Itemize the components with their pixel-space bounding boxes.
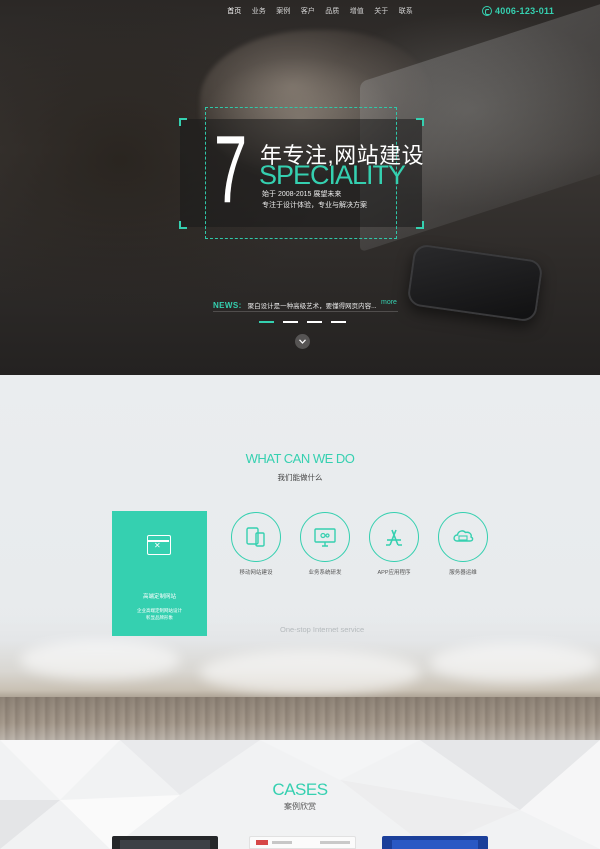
- nav-item-contact[interactable]: 联系: [394, 6, 419, 16]
- service-icon-circle: [231, 512, 281, 562]
- nav-item-value-added[interactable]: 增值: [345, 6, 370, 16]
- service-label: APP应用程序: [377, 570, 411, 576]
- service-label: 业务系统研发: [308, 570, 342, 576]
- hotline: 4006-123-011: [482, 6, 554, 16]
- browser-tools-icon: [147, 535, 171, 555]
- service-item-systems[interactable]: 业务系统研发: [295, 512, 355, 576]
- slide-dot-2[interactable]: [283, 321, 298, 323]
- service-label: 服务器运维: [449, 570, 477, 576]
- scroll-down-button[interactable]: [295, 334, 310, 349]
- featured-desc-line-1: 企业高端定制网站设计: [137, 608, 182, 613]
- case-thumbnail-3[interactable]: [382, 836, 488, 849]
- services-section: WHAT CAN WE DO 我们能做什么 高端定制网站 企业高端定制网站设计 …: [0, 375, 600, 740]
- case-thumbnail-2[interactable]: [249, 836, 356, 849]
- hero-background-phone: [406, 243, 544, 323]
- mobile-devices-icon: [246, 527, 265, 547]
- slide-dot-3[interactable]: [307, 321, 322, 323]
- top-navigation: 首页 业务 案例 客户 品质 增值 关于 联系 4006-123-011: [0, 0, 600, 22]
- wooden-deck-background: [0, 697, 600, 740]
- featured-service-desc: 企业高端定制网站设计 彰显品牌形象: [112, 607, 207, 621]
- hero-focus-text: 专注于设计体验，专业与解决方案: [262, 202, 367, 209]
- service-icon-circle: [438, 512, 488, 562]
- featured-service-title: 高端定制网站: [142, 594, 176, 600]
- hero-since-text: 始于 2008-2015 展望未来: [262, 191, 342, 198]
- service-item-mobile[interactable]: 移动网站建设: [226, 512, 286, 576]
- service-icon-circle: [369, 512, 419, 562]
- slider-pagination: [259, 321, 346, 323]
- chevron-down-icon: [299, 339, 306, 344]
- nav-item-about[interactable]: 关于: [369, 6, 394, 16]
- news-headline[interactable]: 聚白设计是一种高级艺术，要懂得网页内容...: [248, 300, 377, 310]
- news-more-link[interactable]: more: [381, 299, 397, 306]
- app-store-icon: [386, 529, 402, 546]
- frame-corner-top-left: [179, 118, 187, 126]
- case-thumbnail-1[interactable]: [112, 836, 218, 849]
- nav-item-clients[interactable]: 客户: [296, 6, 321, 16]
- featured-service-card[interactable]: 高端定制网站 企业高端定制网站设计 彰显品牌形象: [112, 511, 207, 636]
- slide-dot-1[interactable]: [259, 321, 274, 323]
- cases-title: CASES: [272, 780, 328, 799]
- nav-item-quality[interactable]: 品质: [320, 6, 345, 16]
- cases-subtitle: 案例欣赏: [284, 802, 316, 811]
- service-icon-circle: [300, 512, 350, 562]
- featured-desc-line-2: 彰显品牌形象: [146, 615, 173, 620]
- nav-item-cases[interactable]: 案例: [271, 6, 296, 16]
- service-item-app[interactable]: APP应用程序: [364, 512, 424, 576]
- hero-speciality: SPECIALITY: [259, 160, 406, 190]
- hero-big-number: 7: [214, 116, 247, 223]
- cloud-server-icon: [453, 530, 474, 542]
- news-ticker: NEWS: 聚白设计是一种高级艺术，要懂得网页内容... more: [213, 299, 398, 312]
- hotline-number: 4006-123-011: [495, 6, 555, 16]
- monitor-code-icon: [314, 528, 336, 547]
- services-tagline: One-stop Internet service: [280, 625, 365, 634]
- services-subtitle: 我们能做什么: [277, 473, 323, 482]
- news-label: NEWS:: [213, 300, 242, 310]
- nav-item-home[interactable]: 首页: [222, 6, 247, 16]
- services-title: WHAT CAN WE DO: [245, 451, 355, 466]
- phone-icon: [482, 6, 492, 16]
- frame-corner-top-right: [416, 118, 424, 126]
- slide-dot-4[interactable]: [331, 321, 346, 323]
- nav-menu: 首页 业务 案例 客户 品质 增值 关于 联系: [222, 6, 418, 16]
- news-underline: [213, 311, 398, 312]
- frame-corner-bottom-right: [416, 221, 424, 229]
- cases-section: CASES 案例欣赏: [0, 740, 600, 849]
- service-label: 移动网站建设: [239, 570, 273, 576]
- nav-item-business[interactable]: 业务: [247, 6, 272, 16]
- hero-banner: 首页 业务 案例 客户 品质 增值 关于 联系 4006-123-011 7 年…: [0, 0, 600, 375]
- service-item-server[interactable]: 服务器运维: [433, 512, 493, 576]
- frame-corner-bottom-left: [179, 221, 187, 229]
